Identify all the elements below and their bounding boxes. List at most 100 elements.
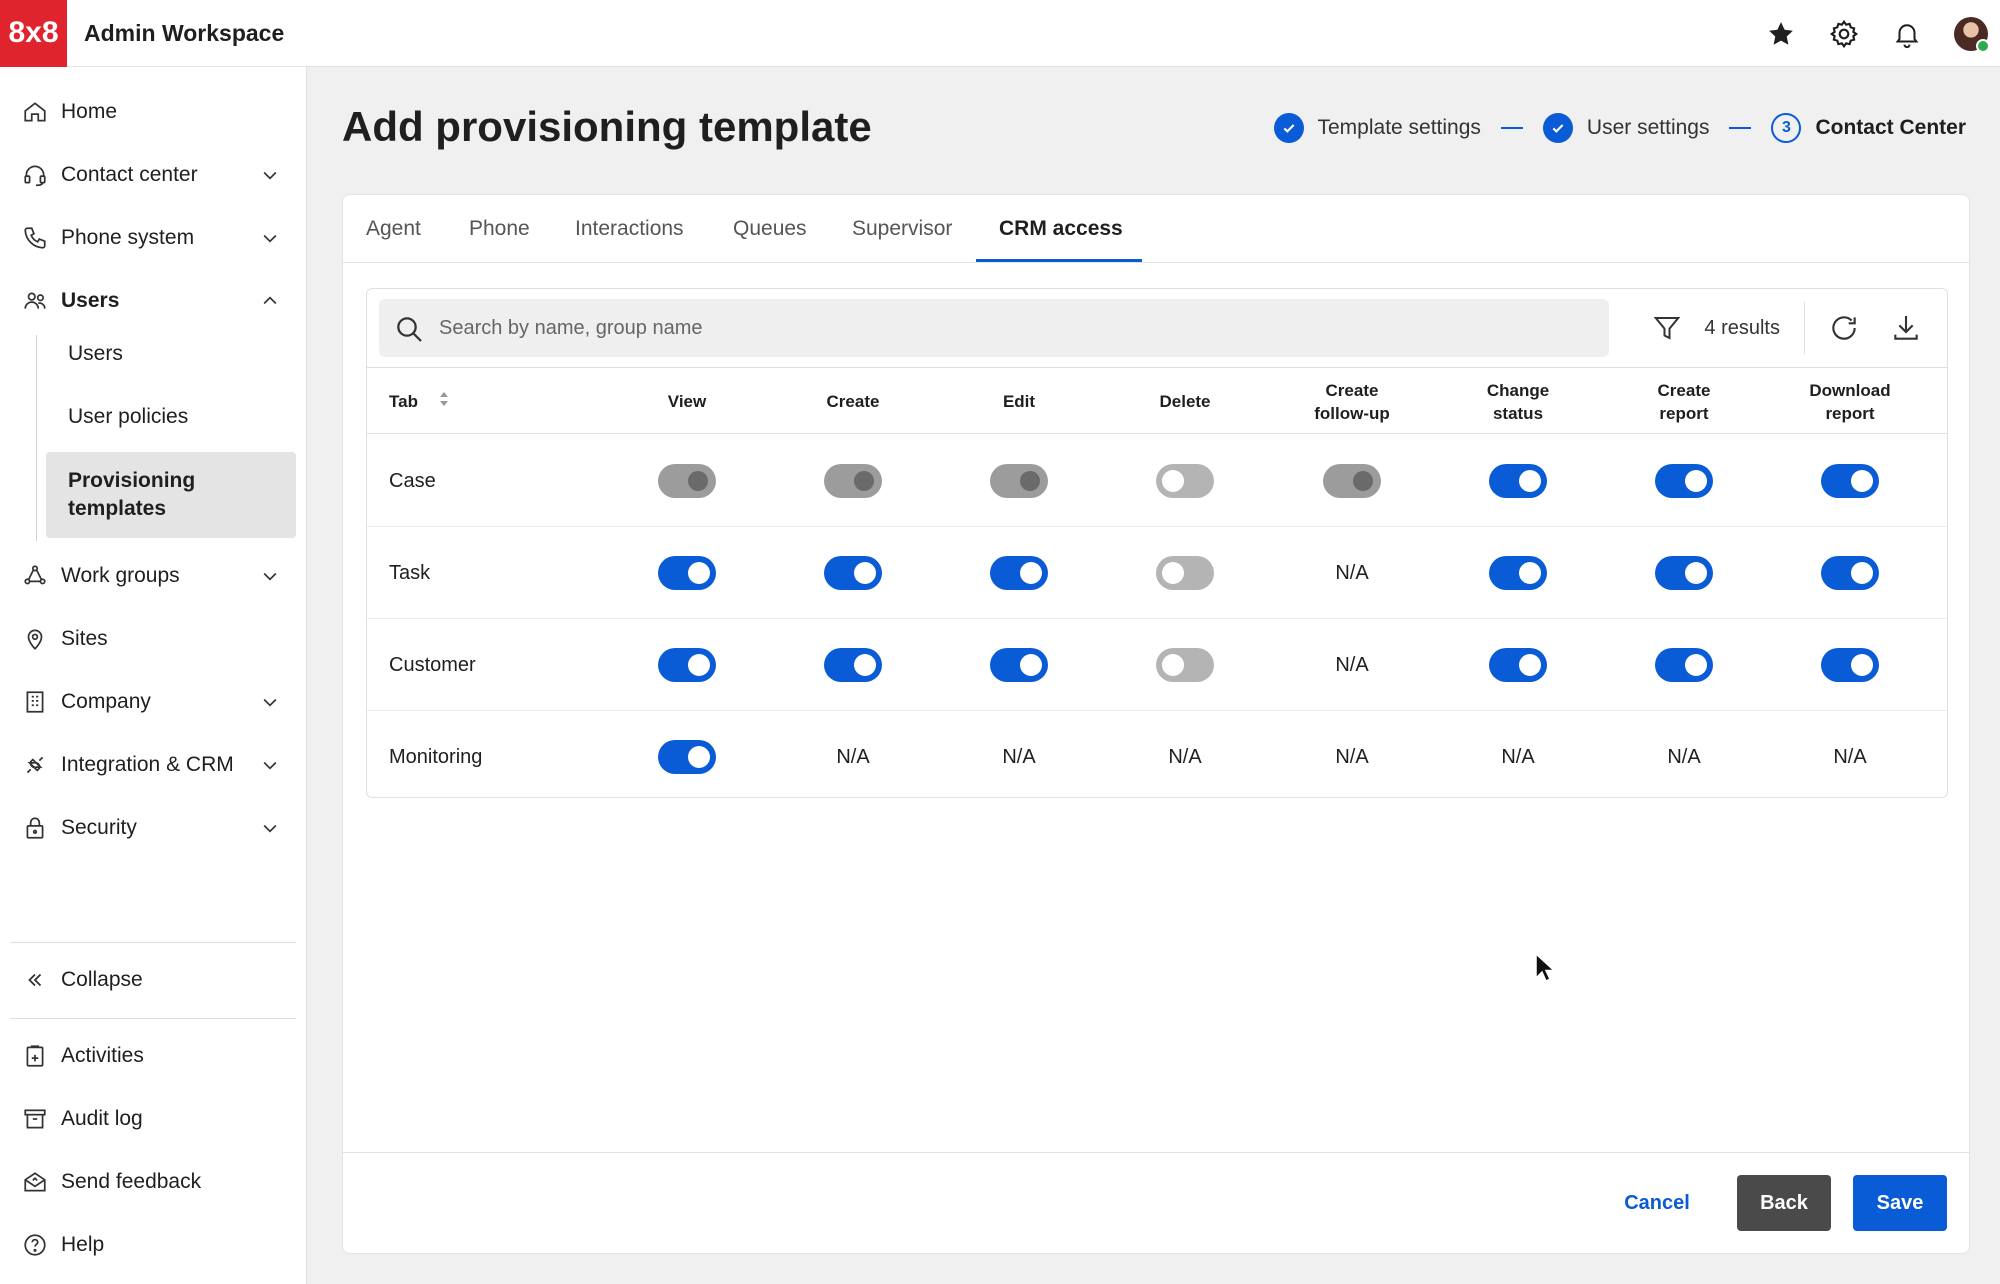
- toggle-switch[interactable]: [658, 740, 716, 774]
- toggle-knob: [1685, 470, 1707, 492]
- toggle-switch[interactable]: [1156, 464, 1214, 498]
- sidebar-item-home[interactable]: Home: [0, 87, 307, 137]
- tab-agent[interactable]: Agent: [366, 217, 421, 241]
- not-applicable-text: N/A: [1335, 745, 1369, 768]
- sidebar-item-work-groups[interactable]: Work groups: [0, 551, 307, 601]
- save-button[interactable]: Save: [1853, 1175, 1947, 1231]
- not-applicable-text: N/A: [1002, 745, 1036, 768]
- back-button[interactable]: Back: [1737, 1175, 1831, 1231]
- toggle-cell: [783, 527, 923, 619]
- refresh-icon[interactable]: [1827, 311, 1861, 345]
- brand-logo[interactable]: 8x8: [0, 0, 67, 67]
- step-template-settings[interactable]: Template settings: [1273, 113, 1481, 143]
- sidebar-item-label: Phone system: [61, 226, 195, 249]
- sidebar-item-label: Audit log: [61, 1107, 143, 1130]
- toggle-knob: [1020, 654, 1042, 676]
- sidebar-subitem-provisioning-templates[interactable]: Provisioning templates: [46, 452, 296, 538]
- column-header-label: report: [1825, 403, 1875, 423]
- step-connector: [1729, 127, 1752, 129]
- toggle-knob: [1685, 562, 1707, 584]
- toggle-switch[interactable]: [1821, 556, 1879, 590]
- toggle-switch[interactable]: [824, 648, 882, 682]
- filter-icon[interactable]: [1650, 311, 1684, 345]
- toggle-switch[interactable]: [990, 556, 1048, 590]
- toggle-cell: [1115, 619, 1255, 711]
- sidebar-item-contact-center[interactable]: Contact center: [0, 150, 307, 200]
- download-icon[interactable]: [1889, 311, 1923, 345]
- column-header-label: Delete: [1159, 392, 1211, 411]
- sidebar-item-sites[interactable]: Sites: [0, 614, 307, 664]
- column-header: Create: [783, 368, 923, 435]
- toggle-switch[interactable]: [658, 556, 716, 590]
- tab-interactions[interactable]: Interactions: [575, 217, 684, 241]
- sidebar-item-company[interactable]: Company: [0, 677, 307, 727]
- sidebar-item-security[interactable]: Security: [0, 803, 307, 853]
- sidebar-item-label: Activities: [61, 1044, 144, 1067]
- tab-crm-access[interactable]: CRM access: [999, 217, 1123, 241]
- collapse-sidebar-button[interactable]: Collapse: [0, 955, 307, 1005]
- column-header: View: [617, 368, 757, 435]
- toggle-switch[interactable]: [1655, 464, 1713, 498]
- cancel-button[interactable]: Cancel: [1607, 1175, 1707, 1231]
- sort-icon[interactable]: [438, 390, 450, 414]
- tab-phone[interactable]: Phone: [469, 217, 530, 241]
- toggle-switch[interactable]: [1156, 648, 1214, 682]
- toggle-switch[interactable]: [990, 648, 1048, 682]
- toggle-cell: [783, 435, 923, 527]
- sidebar: Home Contact center Phone system Users U…: [0, 67, 307, 1284]
- wizard-stepper: Template settings User settings 3 Contac…: [1273, 113, 1966, 143]
- toggle-switch[interactable]: [1489, 464, 1547, 498]
- tab-queues[interactable]: Queues: [733, 217, 807, 241]
- tab-supervisor[interactable]: Supervisor: [852, 217, 952, 241]
- toggle-switch[interactable]: [658, 648, 716, 682]
- toggle-knob: [1162, 562, 1184, 584]
- sidebar-item-phone-system[interactable]: Phone system: [0, 213, 307, 263]
- active-tab-indicator: [976, 259, 1142, 262]
- sidebar-subitem-user-policies[interactable]: User policies: [68, 405, 188, 429]
- toggle-switch[interactable]: [824, 556, 882, 590]
- sidebar-item-help[interactable]: Help: [0, 1220, 307, 1270]
- toggle-switch[interactable]: [1655, 556, 1713, 590]
- toggle-knob: [688, 562, 710, 584]
- column-header[interactable]: Tab: [389, 368, 450, 435]
- app-title: Admin Workspace: [84, 19, 285, 46]
- toggle-switch[interactable]: [1821, 648, 1879, 682]
- not-applicable-text: N/A: [1335, 561, 1369, 584]
- sidebar-item-integration-crm[interactable]: Integration & CRM: [0, 740, 307, 790]
- chevron-down-icon: [259, 227, 281, 249]
- step-label: User settings: [1586, 116, 1710, 139]
- search-input[interactable]: [439, 299, 1599, 357]
- bell-icon[interactable]: [1891, 18, 1923, 50]
- table-row: Monitoring N/A N/A N/A N/A N/A N/A N/A: [367, 711, 1947, 797]
- toggle-switch[interactable]: [1655, 648, 1713, 682]
- toggle-switch[interactable]: [1156, 556, 1214, 590]
- not-applicable-text: N/A: [836, 745, 870, 768]
- sidebar-item-users[interactable]: Users: [0, 276, 307, 326]
- sidebar-item-activities[interactable]: Activities: [0, 1031, 307, 1081]
- user-avatar[interactable]: [1954, 16, 1990, 53]
- step-contact-center[interactable]: 3 Contact Center: [1771, 113, 1966, 143]
- toggle-switch[interactable]: [1821, 464, 1879, 498]
- step-user-settings[interactable]: User settings: [1542, 113, 1710, 143]
- toggle-cell: [949, 619, 1089, 711]
- gear-icon[interactable]: [1828, 18, 1860, 50]
- toggle-knob: [1519, 654, 1541, 676]
- toggle-cell: [1614, 527, 1754, 619]
- step-label: Contact Center: [1815, 116, 1966, 139]
- search-box: [379, 299, 1609, 357]
- toggle-knob: [688, 746, 710, 768]
- sidebar-item-label: Work groups: [61, 564, 180, 587]
- toggle-switch[interactable]: [1489, 556, 1547, 590]
- toggle-knob: [854, 562, 876, 584]
- sidebar-item-send-feedback[interactable]: Send feedback: [0, 1157, 307, 1207]
- toggle-knob: [1519, 470, 1541, 492]
- star-icon[interactable]: [1765, 18, 1797, 50]
- toggle-switch[interactable]: [1489, 648, 1547, 682]
- lock-icon: [21, 814, 49, 842]
- toggle-knob: [1685, 654, 1707, 676]
- not-applicable-text: N/A: [1501, 745, 1535, 768]
- sidebar-item-label: Users: [61, 289, 120, 312]
- sidebar-item-audit-log[interactable]: Audit log: [0, 1094, 307, 1144]
- sidebar-subitem-users[interactable]: Users: [68, 342, 123, 366]
- clipboard-icon: [21, 1042, 49, 1070]
